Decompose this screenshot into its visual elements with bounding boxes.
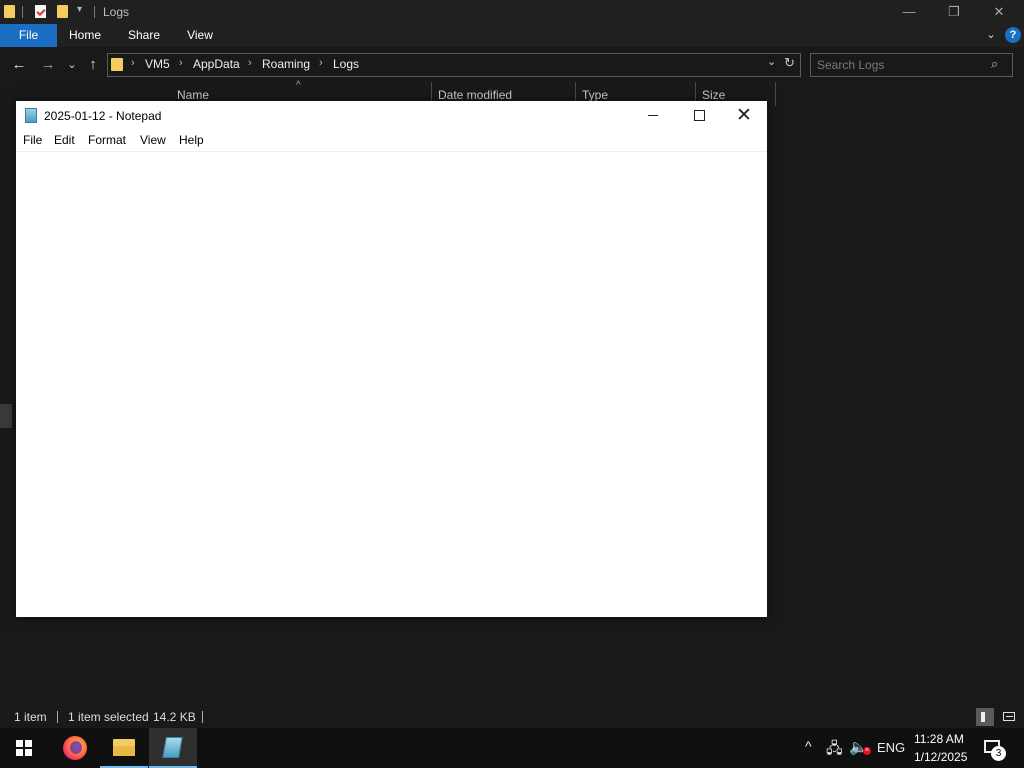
toolbar-divider	[22, 6, 23, 18]
address-bar[interactable]: › VM5 › AppData › Roaming › Logs ⌄ ↻	[107, 53, 801, 77]
ribbon-tabs: File Home Share View ⌄ ?	[0, 24, 1024, 47]
notepad-title: 2025-01-12 - Notepad	[44, 109, 162, 123]
taskbar: ^ 🖧 🔈 × ENG 11:28 AM 1/12/2025 3	[0, 728, 1024, 768]
clock-date[interactable]: 1/12/2025	[914, 750, 967, 764]
file-explorer-icon	[113, 739, 135, 756]
maximize-button[interactable]	[676, 101, 722, 131]
network-icon[interactable]: 🖧	[826, 738, 843, 763]
address-row: ← → ⌄ ↑ › VM5 › AppData › Roaming › Logs…	[0, 47, 1024, 82]
notepad-titlebar[interactable]: 2025-01-12 - Notepad ✕	[16, 101, 767, 131]
tab-home[interactable]: Home	[62, 24, 108, 47]
tab-file[interactable]: File	[0, 24, 57, 47]
column-name[interactable]: Name	[177, 88, 209, 102]
menu-file[interactable]: File	[23, 133, 42, 147]
breadcrumb-separator: ›	[131, 57, 135, 69]
minimize-button[interactable]: —	[886, 0, 932, 24]
large-icons-view-button[interactable]	[1000, 708, 1018, 726]
breadcrumb-logs[interactable]: Logs	[333, 57, 359, 71]
language-indicator[interactable]: ENG	[877, 740, 905, 755]
customize-quick-access-icon[interactable]: ▾	[77, 4, 82, 15]
notepad-window: 2025-01-12 - Notepad ✕ File Edit Format …	[16, 101, 767, 617]
volume-muted-icon: ×	[863, 747, 871, 755]
explorer-titlebar: ▾ Logs — ❐ ✕	[0, 0, 1024, 24]
menu-view[interactable]: View	[140, 133, 166, 147]
search-input[interactable]	[817, 57, 987, 73]
column-type[interactable]: Type	[582, 88, 608, 102]
close-button[interactable]: ✕	[976, 0, 1022, 24]
show-hidden-icons-chevron-icon[interactable]: ^	[805, 738, 812, 754]
restore-button[interactable]: ❐	[931, 0, 977, 24]
window-title: Logs	[103, 5, 130, 19]
tab-share[interactable]: Share	[121, 24, 167, 47]
folder-icon	[111, 58, 123, 71]
notification-count-badge: 3	[991, 746, 1006, 761]
address-dropdown-icon[interactable]: ⌄	[767, 55, 776, 68]
action-center-button[interactable]: 3	[980, 736, 1008, 762]
tab-view[interactable]: View	[178, 24, 222, 47]
navigation-scrollbar[interactable]	[0, 404, 12, 428]
start-button[interactable]	[0, 728, 48, 768]
close-button[interactable]: ✕	[721, 101, 767, 131]
breadcrumb-appdata[interactable]: AppData	[193, 57, 240, 71]
breadcrumb-vm5[interactable]: VM5	[145, 57, 170, 71]
clock-time[interactable]: 11:28 AM	[914, 732, 964, 746]
menu-help[interactable]: Help	[179, 133, 204, 147]
item-count: 1 item	[14, 710, 47, 724]
sort-ascending-icon: ^	[296, 80, 301, 91]
breadcrumb-separator: ›	[179, 57, 183, 69]
menu-edit[interactable]: Edit	[54, 133, 75, 147]
status-bar: 1 item 1 item selected 14.2 KB	[0, 706, 1024, 728]
taskbar-notepad[interactable]	[149, 728, 197, 768]
column-size[interactable]: Size	[702, 88, 725, 102]
notepad-icon	[162, 737, 183, 758]
search-icon[interactable]: ⌕	[991, 56, 998, 72]
menu-format[interactable]: Format	[88, 133, 126, 147]
properties-icon[interactable]	[35, 5, 46, 18]
forward-button[interactable]: →	[38, 55, 58, 75]
toolbar-divider	[94, 6, 95, 18]
column-date-modified[interactable]: Date modified	[438, 88, 512, 102]
back-button[interactable]: ←	[9, 55, 29, 75]
firefox-icon	[63, 736, 87, 760]
search-box[interactable]: ⌕	[810, 53, 1013, 77]
breadcrumb-roaming[interactable]: Roaming	[262, 57, 310, 71]
breadcrumb-separator: ›	[319, 57, 323, 69]
help-icon[interactable]: ?	[1005, 27, 1021, 43]
selected-size: 14.2 KB	[153, 710, 196, 724]
notepad-text-area[interactable]	[16, 152, 767, 617]
selected-count: 1 item selected	[68, 710, 149, 724]
notepad-icon	[25, 108, 37, 123]
notepad-menubar: File Edit Format View Help	[16, 131, 767, 152]
status-divider	[57, 711, 58, 723]
status-divider	[202, 711, 203, 723]
refresh-icon[interactable]: ↻	[784, 55, 795, 71]
taskbar-firefox[interactable]	[51, 728, 99, 768]
minimize-button[interactable]	[630, 101, 676, 131]
up-button[interactable]: ↑	[83, 55, 103, 75]
new-folder-icon[interactable]	[57, 5, 68, 18]
taskbar-file-explorer[interactable]	[100, 728, 148, 768]
column-divider[interactable]	[775, 82, 776, 106]
folder-icon	[4, 5, 15, 18]
breadcrumb-separator: ›	[248, 57, 252, 69]
expand-ribbon-icon[interactable]: ⌄	[983, 27, 999, 43]
windows-logo-icon	[16, 740, 33, 757]
recent-locations-button[interactable]: ⌄	[64, 55, 80, 75]
details-view-button[interactable]	[976, 708, 994, 726]
